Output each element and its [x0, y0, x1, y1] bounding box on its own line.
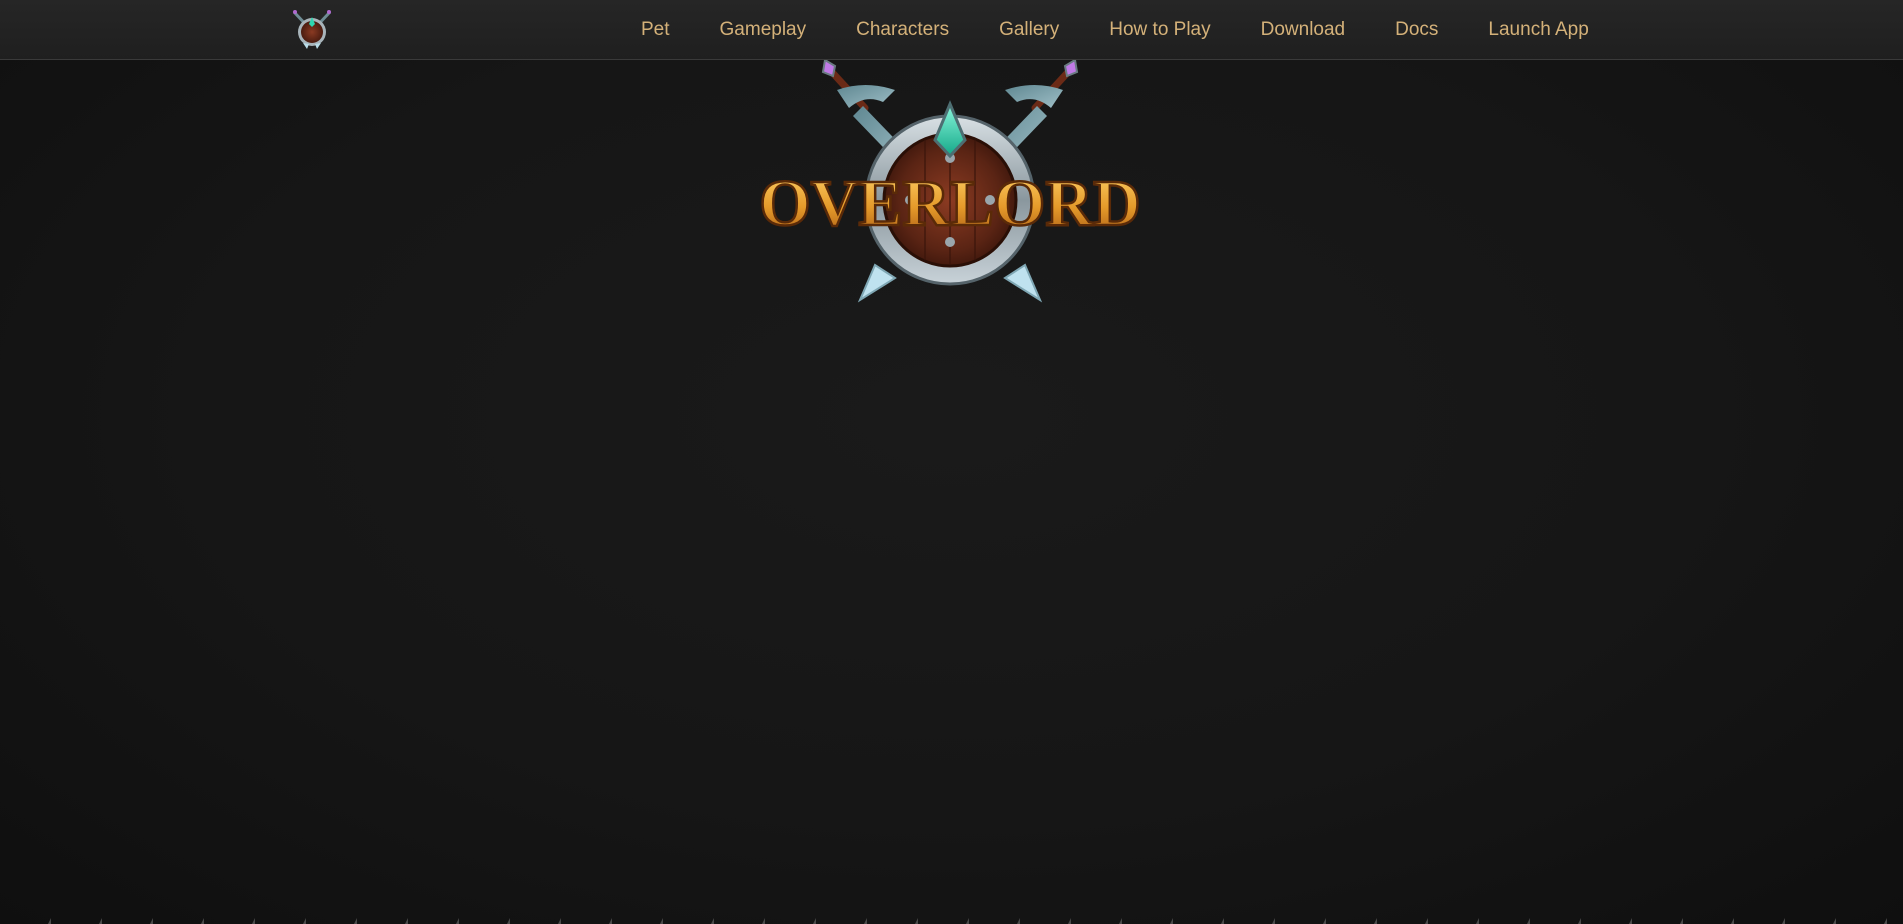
nav-link-docs[interactable]: Docs [1395, 19, 1438, 41]
nav-link-gameplay[interactable]: Gameplay [720, 19, 807, 41]
overlord-game-logo: OVERLORD [758, 60, 1142, 303]
main-nav: Pet Gameplay Characters Gallery How to P… [641, 0, 1589, 60]
nav-link-launch-app[interactable]: Launch App [1488, 19, 1588, 41]
top-navigation-bar: Pet Gameplay Characters Gallery How to P… [0, 0, 1903, 60]
page: Pet Gameplay Characters Gallery How to P… [0, 0, 1903, 924]
nav-link-gallery[interactable]: Gallery [999, 19, 1059, 41]
game-title-text: OVERLORD [759, 167, 1140, 240]
overlord-shield-icon[interactable] [290, 9, 334, 51]
nav-link-how-to-play[interactable]: How to Play [1109, 19, 1210, 41]
nav-link-characters[interactable]: Characters [856, 19, 949, 41]
bottom-spike-border [0, 916, 1903, 924]
nav-link-pet[interactable]: Pet [641, 19, 670, 41]
nav-link-download[interactable]: Download [1261, 19, 1346, 41]
